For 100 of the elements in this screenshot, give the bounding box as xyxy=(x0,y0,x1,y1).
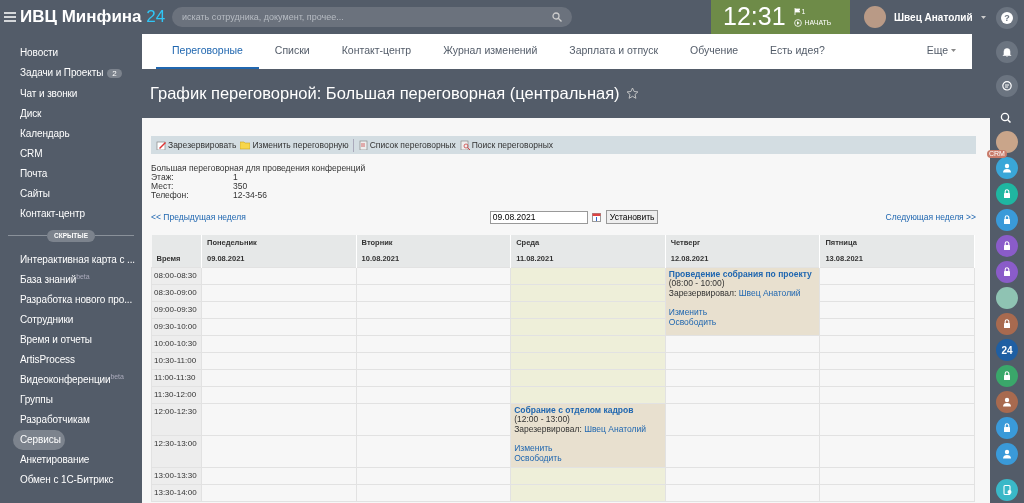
user-button[interactable] xyxy=(996,443,1018,465)
lock-icon xyxy=(1001,422,1013,434)
lock-icon xyxy=(1001,188,1013,200)
avatar[interactable] xyxy=(996,131,1018,153)
avatar[interactable] xyxy=(864,6,886,28)
lock-button[interactable] xyxy=(996,417,1018,439)
booking-time: (08:00 - 10:00) xyxy=(668,279,725,289)
booking-title[interactable]: Собрание с отделом кадров xyxy=(514,405,662,415)
clock-time: 12:31 xyxy=(723,1,786,33)
document-icon xyxy=(357,140,368,150)
toolbar-button[interactable]: Зарезервировать xyxy=(156,138,237,152)
folder-icon xyxy=(240,140,251,150)
field-value: 350 xyxy=(233,182,249,191)
field-label: Телефон: xyxy=(151,191,190,200)
caret-icon xyxy=(951,49,956,52)
chat-icon xyxy=(1001,80,1013,92)
nav-tab[interactable]: Обучение xyxy=(674,34,755,69)
nav-tab[interactable]: Переговорные xyxy=(156,34,259,69)
sidebar-item[interactable]: ArtisProcess xyxy=(0,349,142,370)
sidebar-item[interactable]: Контакт-центр xyxy=(0,204,142,224)
release-link[interactable]: Освободить xyxy=(514,453,562,463)
lock-button[interactable] xyxy=(996,261,1018,283)
release-link[interactable]: Освободить xyxy=(668,317,717,327)
nav-tab[interactable]: Журнал изменений xyxy=(427,34,554,69)
set-button[interactable]: Установить xyxy=(605,210,659,224)
room-description: Большая переговорная для проведения конференций xyxy=(151,164,367,173)
field-value: 12-34-56 xyxy=(233,191,269,200)
user-button[interactable] xyxy=(996,391,1018,413)
sidebar-item[interactable]: Сайты xyxy=(0,184,142,204)
document-search-icon xyxy=(459,140,470,150)
user-link[interactable]: Швец Анатолий xyxy=(584,423,646,434)
counter-badge: 2 xyxy=(107,69,122,78)
sidebar-item[interactable]: Интерактивная карта с ... xyxy=(0,249,142,270)
sidebar-item[interactable]: База знаний$^{beta}$ xyxy=(0,269,142,290)
edit-link[interactable]: Изменить xyxy=(668,308,708,318)
sidebar-item[interactable]: Задачи и Проекты 2 xyxy=(0,63,142,84)
user-name[interactable]: Швец Анатолий xyxy=(894,9,973,25)
lock-button[interactable] xyxy=(996,209,1018,231)
lock-icon xyxy=(1001,266,1013,278)
lock-button[interactable] xyxy=(996,235,1018,257)
lock-button[interactable] xyxy=(996,183,1018,205)
sidebar-item[interactable]: Разработка нового про... xyxy=(0,289,142,310)
help-button[interactable]: ? xyxy=(996,7,1018,29)
reserved-by-text: Зарезервировал: Швец Анатолий xyxy=(668,288,802,298)
lock-button[interactable] xyxy=(996,365,1018,387)
time-cell: 12:00-12:30 xyxy=(151,403,202,435)
user-icon xyxy=(1001,162,1013,174)
nav-tab[interactable]: Есть идея? xyxy=(754,34,841,69)
toolbar-button[interactable]: Поиск переговорных xyxy=(459,138,553,152)
star-icon xyxy=(625,87,639,100)
empty-cell[interactable] xyxy=(819,267,975,284)
date-field[interactable]: 09.08.2021 xyxy=(489,210,588,224)
mobile-button[interactable] xyxy=(996,479,1018,501)
user-icon xyxy=(1001,396,1013,408)
next-week-link[interactable]: Следующая неделя >> xyxy=(885,210,976,224)
nav-tab[interactable]: Зарплата и отпуск xyxy=(553,34,675,69)
more-menu[interactable]: Еще xyxy=(910,34,972,69)
sidebar-item[interactable]: Время и отчеты xyxy=(0,329,142,350)
previous-week-link[interactable]: << Предыдущая неделя xyxy=(151,210,246,224)
reserved-by-text: Зарезервировал: Швец Анатолий xyxy=(514,424,647,434)
sidebar-item[interactable]: Диск xyxy=(0,104,142,124)
field-value: 1 xyxy=(233,173,238,182)
chat-button[interactable] xyxy=(996,75,1018,97)
booking-title[interactable]: Проведение собрания по проекту xyxy=(668,269,817,279)
field-label: Мест: xyxy=(151,182,175,191)
pencil-icon xyxy=(156,140,166,150)
play-icon xyxy=(793,18,802,27)
sidebar-item[interactable]: Видеоконференции$^{beta}$ xyxy=(0,369,142,390)
lock-icon xyxy=(1001,370,1013,382)
sidebar-item[interactable]: Сервисы xyxy=(13,429,65,450)
sidebar-item[interactable]: Группы xyxy=(0,389,142,410)
bell-button[interactable] xyxy=(996,41,1018,63)
nav-tab[interactable]: Списки xyxy=(258,34,326,69)
lock-icon xyxy=(1001,318,1013,330)
user-link[interactable]: Швец Анатолий xyxy=(738,287,801,298)
sidebar-item[interactable]: Чат и звонки xyxy=(0,84,142,104)
toolbar-button[interactable]: Изменить переговорную xyxy=(240,138,349,152)
search-field[interactable]: искать сотрудника, документ, прочее... xyxy=(172,7,572,27)
lock-button[interactable] xyxy=(996,313,1018,335)
user-button[interactable] xyxy=(996,157,1018,179)
help-icon: ? xyxy=(1001,12,1013,24)
time-cell: 08:00-08:30 xyxy=(151,267,202,284)
mobile-icon xyxy=(1001,484,1013,496)
sidebar-item[interactable]: Обмен с 1С-Битрикс xyxy=(0,469,142,490)
calendar-icon xyxy=(591,212,601,222)
edit-link[interactable]: Изменить xyxy=(514,444,553,454)
sidebar-item[interactable]: Календарь xyxy=(0,124,142,144)
avatar[interactable] xyxy=(996,287,1018,309)
sidebar-item[interactable]: CRM xyxy=(0,144,142,164)
sidebar-item[interactable]: Анкетирование xyxy=(0,449,142,470)
chat-logo[interactable]: 24 xyxy=(996,339,1018,361)
sidebar-item[interactable]: Разработчикам xyxy=(0,409,142,430)
nav-tab[interactable]: Контакт-центр xyxy=(325,34,428,69)
sidebar-item[interactable]: Почта xyxy=(0,164,142,184)
sidebar-item[interactable]: Сотрудники xyxy=(0,309,142,330)
user-icon xyxy=(1001,448,1013,460)
logo[interactable]: ИВЦ Минфина 24 xyxy=(20,4,166,30)
toolbar-button[interactable]: Список переговорных xyxy=(357,138,456,152)
sidebar-item[interactable]: Новости xyxy=(0,43,142,63)
bell-icon xyxy=(1001,46,1013,58)
